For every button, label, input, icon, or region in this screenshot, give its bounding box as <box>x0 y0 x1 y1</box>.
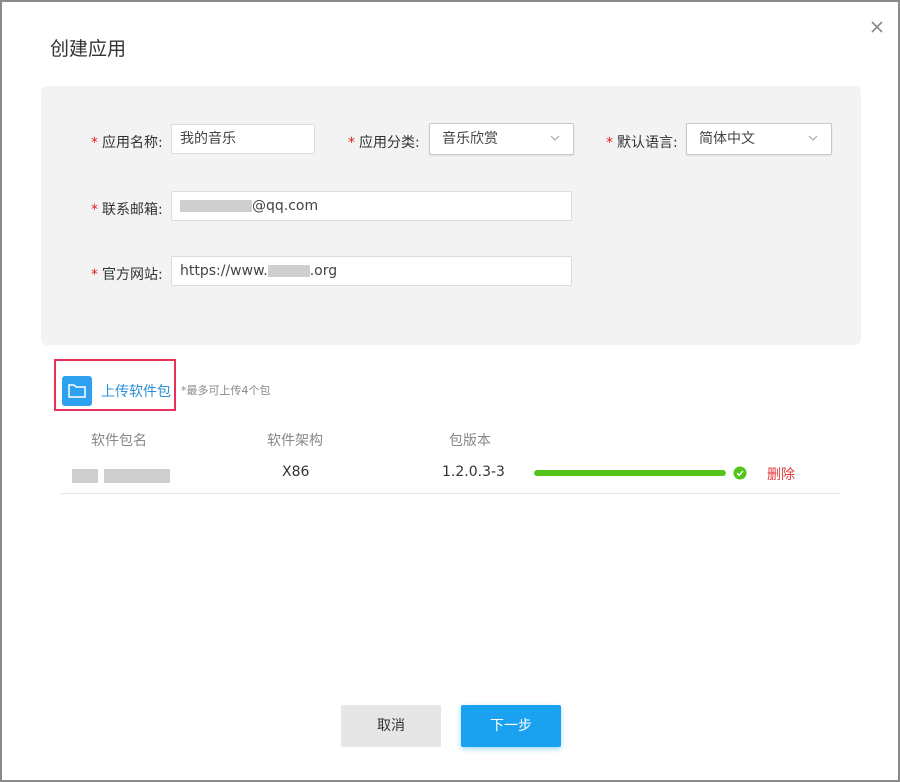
package-arch: X86 <box>282 464 310 480</box>
app-name-input[interactable]: 我的音乐 <box>171 124 315 154</box>
column-header-version: 包版本 <box>449 433 491 449</box>
upload-package-label: 上传软件包 <box>101 384 171 400</box>
check-circle-icon <box>733 466 747 480</box>
redacted-text <box>267 265 310 277</box>
upload-hint: *最多可上传4个包 <box>181 384 271 397</box>
close-icon[interactable] <box>868 18 886 36</box>
website-input[interactable]: https://www. .org <box>171 256 572 286</box>
redacted-text <box>180 200 252 212</box>
upload-package-button[interactable]: 上传软件包 <box>54 359 176 411</box>
column-header-package-name: 软件包名 <box>91 433 147 449</box>
category-label: * 应用分类: <box>348 135 420 151</box>
delete-package-button[interactable]: 删除 <box>767 464 795 484</box>
language-select[interactable]: 简体中文 <box>686 123 832 155</box>
language-label: * 默认语言: <box>606 135 678 151</box>
upload-progress-fill <box>534 470 726 476</box>
website-label: * 官方网站: <box>91 267 163 283</box>
package-name-redacted <box>72 465 170 484</box>
create-app-dialog: 创建应用 * 应用名称: 我的音乐 * 应用分类: 音乐欣赏 * 默认语言: 简体中文… <box>2 2 898 780</box>
folder-icon <box>62 376 92 406</box>
chevron-down-icon <box>550 135 560 141</box>
dialog-title: 创建应用 <box>50 38 127 60</box>
app-name-label: * 应用名称: <box>91 135 163 151</box>
email-label: * 联系邮箱: <box>91 202 163 218</box>
upload-progress-bar <box>534 470 726 476</box>
next-step-button[interactable]: 下一步 <box>461 705 561 747</box>
package-version: 1.2.0.3-3 <box>442 464 505 480</box>
form-panel: * 应用名称: 我的音乐 * 应用分类: 音乐欣赏 * 默认语言: 简体中文 * 联系邮… <box>41 86 861 345</box>
row-divider <box>61 493 840 494</box>
category-select[interactable]: 音乐欣赏 <box>429 123 574 155</box>
column-header-arch: 软件架构 <box>267 433 323 449</box>
email-input[interactable]: @qq.com <box>171 191 572 221</box>
chevron-down-icon <box>808 135 818 141</box>
cancel-button[interactable]: 取消 <box>341 705 441 747</box>
